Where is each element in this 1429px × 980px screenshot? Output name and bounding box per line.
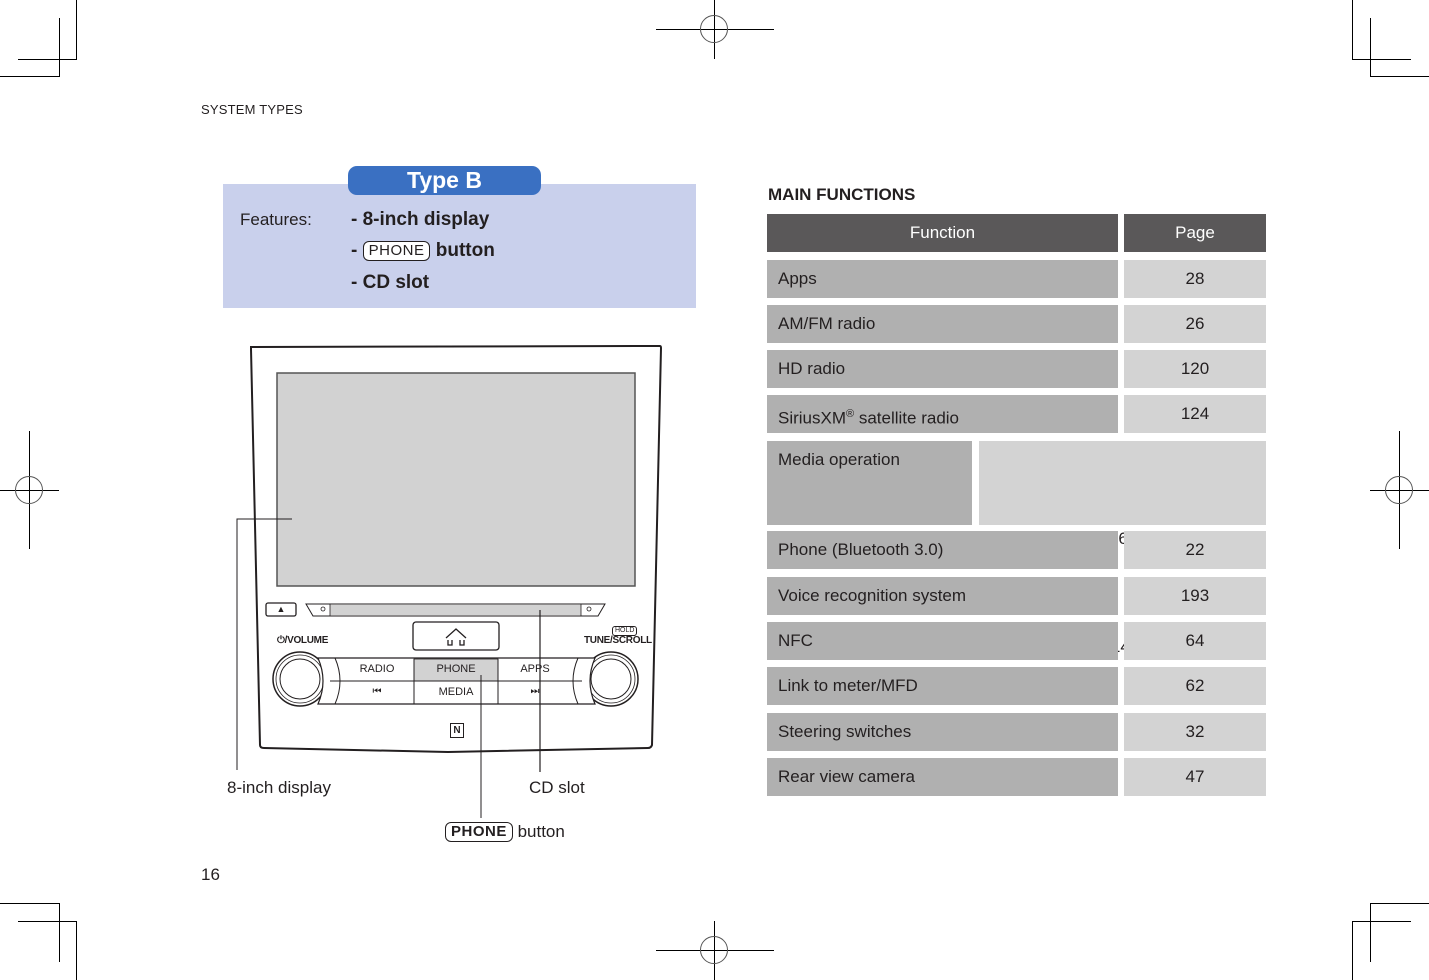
phone-button-callout: PHONE button bbox=[445, 822, 565, 842]
display-screen bbox=[276, 372, 636, 587]
next-track-icon: ⏭ bbox=[530, 686, 540, 697]
nfc-icon: N bbox=[450, 723, 464, 738]
apps-button: APPS bbox=[520, 663, 550, 675]
media-button: MEDIA bbox=[438, 686, 474, 698]
display-callout: 8-inch display bbox=[227, 778, 331, 797]
tune-scroll-label: TUNE/SCROLL bbox=[584, 635, 652, 646]
head-unit-illustration bbox=[236, 344, 663, 818]
phone-button-label: PHONE bbox=[436, 663, 476, 675]
cd-slot-callout: CD slot bbox=[529, 778, 585, 797]
volume-label: ⏻/VOLUME bbox=[277, 635, 329, 646]
previous-track-icon: ⏮ bbox=[372, 686, 382, 697]
eject-icon: ▲ bbox=[276, 604, 286, 614]
phone-key-icon: PHONE bbox=[445, 822, 513, 842]
home-button bbox=[412, 621, 500, 651]
radio-button: RADIO bbox=[359, 663, 395, 675]
callout-text: button bbox=[517, 822, 565, 841]
